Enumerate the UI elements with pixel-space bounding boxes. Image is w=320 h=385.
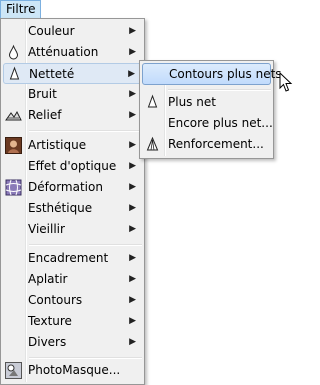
- menu-separator: [168, 89, 271, 91]
- chevron-right-icon: ▶: [129, 110, 136, 120]
- grid-warp-icon: [5, 179, 22, 196]
- sharpen-submenu: Contours plus nets Plus net Encore plus …: [139, 60, 282, 159]
- menu-item-label: Contours plus nets: [169, 67, 282, 81]
- menu-item-label: Bruit: [28, 87, 57, 101]
- menu-item-label: Relief: [28, 108, 62, 122]
- relief-icon: [5, 110, 22, 121]
- photomask-icon: [5, 362, 22, 379]
- menu-item-deformation[interactable]: Déformation ▶: [3, 177, 142, 198]
- menu-item-label: Aplatir: [28, 272, 68, 286]
- menu-separator: [29, 130, 142, 132]
- menu-item-encadrement[interactable]: Encadrement ▶: [3, 248, 142, 269]
- menu-item-bruit[interactable]: Bruit ▶: [3, 84, 142, 105]
- submenu-item-encore-plus-net[interactable]: Encore plus net...: [142, 113, 273, 134]
- submenu-item-contours-plus-nets[interactable]: Contours plus nets: [142, 63, 282, 85]
- menu-item-texture[interactable]: Texture ▶: [3, 311, 142, 332]
- menu-item-label: Texture: [28, 314, 72, 328]
- mouse-pointer-icon: [279, 72, 293, 92]
- filter-menu: Couleur ▶ Atténuation ▶ Netteté ▶ Bruit …: [0, 18, 145, 385]
- drop-outline-icon: [9, 66, 20, 80]
- chevron-right-icon: ▶: [129, 337, 136, 347]
- menu-item-label: Atténuation: [28, 45, 99, 59]
- menu-item-label: Contours: [28, 293, 83, 307]
- menu-separator: [29, 357, 142, 359]
- menu-item-label: Divers: [28, 335, 67, 349]
- menu-separator: [29, 244, 142, 246]
- chevron-right-icon: ▶: [129, 316, 136, 326]
- chevron-right-icon: ▶: [129, 224, 136, 234]
- menubar-filter[interactable]: Filtre: [0, 0, 41, 19]
- menu-item-label: Déformation: [28, 180, 103, 194]
- chevron-right-icon: ▶: [129, 182, 136, 192]
- menu-item-label: Encore plus net...: [168, 116, 273, 130]
- menu-item-label: Renforcement...: [168, 137, 264, 151]
- chevron-right-icon: ▶: [129, 140, 136, 150]
- chevron-right-icon: ▶: [129, 274, 136, 284]
- menu-item-relief[interactable]: Relief ▶: [3, 105, 142, 126]
- chevron-right-icon: ▶: [128, 69, 135, 79]
- menu-item-label: Effet d'optique: [28, 159, 117, 173]
- menu-item-label: Couleur: [28, 24, 75, 38]
- menu-item-attenuation[interactable]: Atténuation ▶: [3, 42, 142, 63]
- menu-item-artistique[interactable]: Artistique ▶: [3, 135, 142, 156]
- menu-item-nettete[interactable]: Netteté ▶: [3, 63, 142, 84]
- menu-item-vieillir[interactable]: Vieillir ▶: [3, 219, 142, 240]
- menu-item-effet-optique[interactable]: Effet d'optique ▶: [3, 156, 142, 177]
- menu-item-esthetique[interactable]: Esthétique ▶: [3, 198, 142, 219]
- menu-item-label: Netteté: [29, 67, 75, 81]
- menu-item-photomasque[interactable]: PhotoMasque...: [3, 360, 142, 381]
- menu-item-label: Vieillir: [28, 222, 65, 236]
- chevron-right-icon: ▶: [129, 295, 136, 305]
- drop-outline-icon: [147, 94, 158, 108]
- menu-item-label: PhotoMasque...: [28, 363, 121, 377]
- menu-item-label: Esthétique: [28, 201, 93, 215]
- drop-icon: [8, 44, 19, 60]
- chevron-right-icon: ▶: [129, 161, 136, 171]
- menu-item-couleur[interactable]: Couleur ▶: [3, 21, 142, 42]
- submenu-item-renforcement[interactable]: Renforcement...: [142, 134, 271, 155]
- chevron-right-icon: ▶: [129, 26, 136, 36]
- menu-item-aplatir[interactable]: Aplatir ▶: [3, 269, 142, 290]
- chevron-right-icon: ▶: [129, 89, 136, 99]
- menu-item-label: Artistique: [28, 138, 87, 152]
- chevron-right-icon: ▶: [129, 253, 136, 263]
- submenu-item-plus-net[interactable]: Plus net: [142, 92, 271, 113]
- chevron-right-icon: ▶: [129, 203, 136, 213]
- menu-item-label: Plus net: [168, 95, 216, 109]
- menu-item-contours[interactable]: Contours ▶: [3, 290, 142, 311]
- menu-item-divers[interactable]: Divers ▶: [3, 332, 142, 353]
- portrait-icon: [5, 137, 22, 154]
- chevron-right-icon: ▶: [129, 47, 136, 57]
- menu-item-label: Encadrement: [28, 251, 109, 265]
- drop-stripes-icon: [146, 136, 159, 151]
